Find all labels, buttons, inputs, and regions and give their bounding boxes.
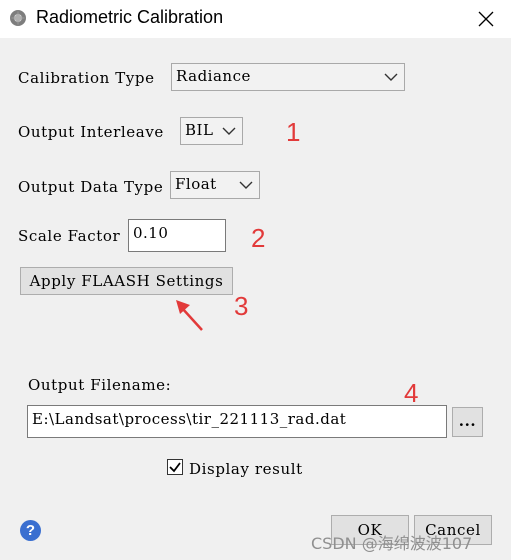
title-bar: Radiometric Calibration bbox=[0, 0, 511, 38]
scale-factor-label: Scale Factor bbox=[18, 227, 121, 245]
app-icon bbox=[10, 10, 26, 26]
watermark-text: CSDN @海绵波波107 bbox=[311, 534, 473, 553]
output-data-type-value: Float bbox=[175, 175, 217, 193]
calibration-type-label: Calibration Type bbox=[18, 69, 155, 87]
output-interleave-dropdown[interactable]: BIL bbox=[180, 117, 243, 145]
scale-factor-input[interactable]: 0.10 bbox=[128, 219, 226, 252]
output-interleave-value: BIL bbox=[185, 121, 214, 139]
output-interleave-label: Output Interleave bbox=[18, 123, 164, 141]
browse-button[interactable]: ... bbox=[452, 407, 483, 437]
output-data-type-label: Output Data Type bbox=[18, 178, 164, 196]
output-filename-input[interactable]: E:\Landsat\process\tir_221113_rad.dat bbox=[27, 405, 447, 438]
display-result-label: Display result bbox=[189, 460, 303, 478]
output-filename-value: E:\Landsat\process\tir_221113_rad.dat bbox=[32, 410, 347, 428]
calibration-type-value: Radiance bbox=[176, 67, 251, 85]
close-button[interactable] bbox=[470, 4, 502, 34]
scale-factor-value: 0.10 bbox=[133, 224, 169, 242]
output-filename-label: Output Filename: bbox=[28, 376, 172, 394]
close-icon bbox=[478, 11, 494, 27]
annotation-number-1: 1 bbox=[286, 117, 301, 147]
window-title: Radiometric Calibration bbox=[36, 7, 224, 27]
help-icon[interactable]: ? bbox=[20, 520, 41, 541]
annotation-number-2: 2 bbox=[251, 223, 266, 253]
annotation-arrow bbox=[176, 300, 203, 331]
display-result-checkbox[interactable] bbox=[167, 459, 183, 475]
chevron-down-icon bbox=[384, 73, 398, 81]
output-data-type-dropdown[interactable]: Float bbox=[170, 171, 260, 199]
annotation-number-3: 3 bbox=[234, 291, 249, 321]
checkmark-icon bbox=[169, 462, 181, 473]
chevron-down-icon bbox=[239, 181, 253, 189]
dialog-body bbox=[0, 38, 511, 560]
calibration-type-dropdown[interactable]: Radiance bbox=[171, 63, 405, 91]
chevron-down-icon bbox=[222, 127, 236, 135]
apply-flaash-settings-button[interactable]: Apply FLAASH Settings bbox=[20, 267, 233, 295]
